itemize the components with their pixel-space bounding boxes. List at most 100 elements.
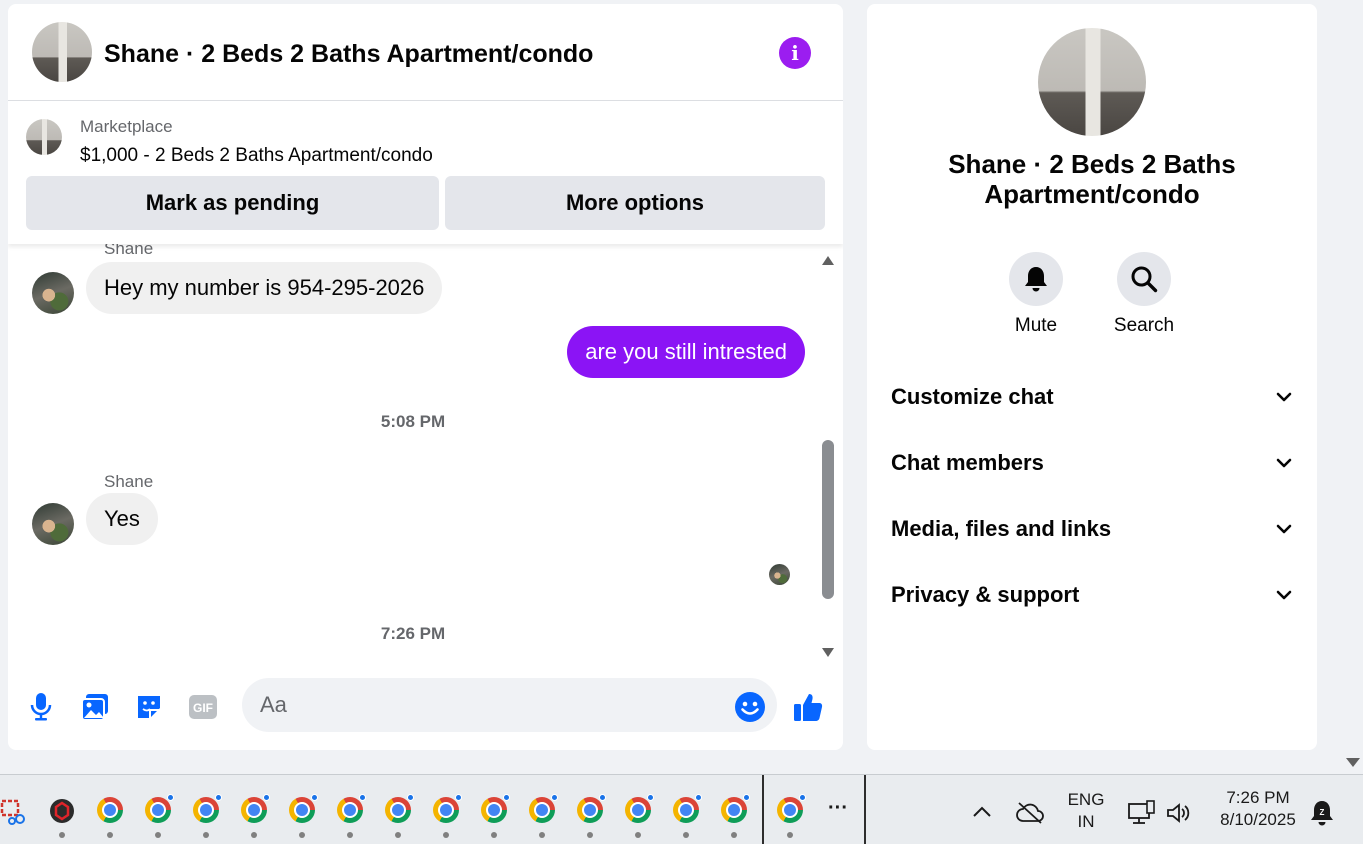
chrome-profile-icon[interactable] [428, 791, 464, 838]
chrome-profile-icon[interactable] [476, 791, 512, 838]
clock-date: 8/10/2025 [1220, 810, 1296, 829]
profile-badge [311, 794, 318, 801]
svg-text:Z: Z [1320, 808, 1325, 817]
chevron-down-icon [1276, 392, 1292, 402]
seen-indicator-avatar [769, 564, 790, 585]
search-label: Search [1113, 315, 1175, 336]
chrome-profile-icon[interactable] [140, 791, 176, 838]
running-indicator [683, 832, 689, 838]
notification-bell-icon[interactable]: Z [1304, 791, 1340, 835]
section-media-files-links[interactable]: Media, files and links [877, 503, 1307, 555]
message-bubble-incoming[interactable]: Yes [86, 493, 158, 545]
listing-price-title[interactable]: $1,000 - 2 Beds 2 Baths Apartment/condo [80, 145, 433, 167]
mute-button[interactable] [1009, 252, 1063, 306]
running-indicator [347, 832, 353, 838]
section-label: Media, files and links [891, 516, 1112, 541]
info-icon[interactable]: i [779, 37, 811, 69]
section-label: Privacy & support [891, 582, 1080, 607]
chrome-profile-icon[interactable] [668, 791, 704, 838]
profile-badge [215, 794, 222, 801]
timestamp: 7:26 PM [380, 624, 446, 643]
photo-icon[interactable] [79, 691, 111, 723]
gaming-app-icon[interactable] [44, 791, 80, 838]
running-indicator [203, 832, 209, 838]
running-indicator [59, 832, 65, 838]
message-list[interactable]: Shane Hey my number is 954-295-2026 are … [8, 244, 843, 664]
network-icon[interactable] [1124, 791, 1160, 835]
section-label: Customize chat [891, 384, 1054, 409]
chrome-profile-icon[interactable] [524, 791, 560, 838]
scrollbar-thumb[interactable] [822, 440, 834, 599]
profile-badge [599, 794, 606, 801]
conversation-info-panel: Shane · 2 Beds 2 Baths Apartment/condo M… [867, 4, 1317, 750]
chrome-profile-icon[interactable] [188, 791, 224, 838]
language-code: ENG [1067, 790, 1105, 809]
chevron-up-icon[interactable] [964, 791, 1000, 835]
running-indicator [491, 832, 497, 838]
taskbar-overflow-button[interactable]: ··· [822, 797, 854, 819]
sender-avatar[interactable] [32, 272, 74, 314]
sticker-icon[interactable] [133, 691, 165, 723]
marketplace-label: Marketplace [80, 117, 173, 136]
section-customize-chat[interactable]: Customize chat [877, 371, 1307, 423]
chrome-profile-icon[interactable] [236, 791, 272, 838]
profile-badge [799, 794, 806, 801]
timestamp: 5:08 PM [380, 412, 446, 431]
running-indicator [107, 832, 113, 838]
message-bubble-incoming[interactable]: Hey my number is 954-295-2026 [86, 262, 443, 314]
more-options-button[interactable]: More options [445, 176, 825, 230]
running-indicator [587, 832, 593, 838]
chat-panel: Shane · 2 Beds 2 Baths Apartment/condo i… [8, 4, 843, 750]
profile-badge [551, 794, 558, 801]
scroll-down-arrow[interactable] [822, 648, 834, 657]
section-chat-members[interactable]: Chat members [877, 437, 1307, 489]
section-privacy-support[interactable]: Privacy & support [877, 569, 1307, 621]
input-language[interactable]: ENG IN [1062, 789, 1110, 833]
chrome-profile-icon[interactable] [772, 791, 808, 838]
taskbar-divider [762, 775, 764, 844]
cloud-offline-icon[interactable] [1012, 791, 1048, 835]
marketplace-listing-bar: Marketplace $1,000 - 2 Beds 2 Baths Apar… [8, 101, 843, 244]
chevron-down-icon [1276, 590, 1292, 600]
chrome-icon[interactable] [92, 791, 128, 838]
chevron-down-icon [1276, 524, 1292, 534]
page-scroll-down-arrow[interactable] [1346, 758, 1360, 767]
chrome-profile-icon[interactable] [620, 791, 656, 838]
running-indicator [787, 832, 793, 838]
conversation-avatar[interactable] [32, 22, 92, 82]
microphone-icon[interactable] [25, 691, 57, 723]
chrome-profile-icon[interactable] [380, 791, 416, 838]
conversation-avatar-large[interactable] [1038, 28, 1146, 136]
section-label: Chat members [891, 450, 1044, 475]
clock-time: 7:26 PM [1226, 788, 1290, 807]
running-indicator [443, 832, 449, 838]
profile-badge [263, 794, 270, 801]
bell-icon [1025, 267, 1047, 292]
chrome-profile-icon[interactable] [284, 791, 320, 838]
running-indicator [299, 832, 305, 838]
thumbs-up-icon[interactable] [793, 691, 825, 723]
search-button[interactable] [1117, 252, 1171, 306]
sender-avatar[interactable] [32, 503, 74, 545]
emoji-icon[interactable] [734, 691, 766, 723]
system-clock[interactable]: 7:26 PM 8/10/2025 [1206, 787, 1310, 831]
mute-label: Mute [1014, 315, 1058, 336]
running-indicator [731, 832, 737, 838]
gif-icon[interactable]: GIF [187, 691, 219, 723]
conversation-title[interactable]: Shane · 2 Beds 2 Baths Apartment/condo [104, 40, 593, 69]
chrome-profile-icon[interactable] [716, 791, 752, 838]
profile-badge [407, 794, 414, 801]
message-input[interactable] [242, 678, 777, 732]
scroll-up-arrow[interactable] [822, 256, 834, 265]
taskbar: ··· ENG IN 7:26 PM 8/10/2025 Z [0, 774, 1363, 844]
chrome-profile-icon[interactable] [332, 791, 368, 838]
mark-as-pending-button[interactable]: Mark as pending [26, 176, 439, 230]
snipping-tool-icon[interactable] [0, 791, 36, 835]
info-panel-title: Shane · 2 Beds 2 Baths Apartment/condo [948, 149, 1236, 209]
profile-badge [359, 794, 366, 801]
chrome-profile-icon[interactable] [572, 791, 608, 838]
volume-icon[interactable] [1162, 791, 1198, 835]
listing-thumbnail[interactable] [26, 119, 62, 155]
region-code: IN [1077, 812, 1095, 831]
message-bubble-outgoing[interactable]: are you still intrested [567, 326, 805, 378]
